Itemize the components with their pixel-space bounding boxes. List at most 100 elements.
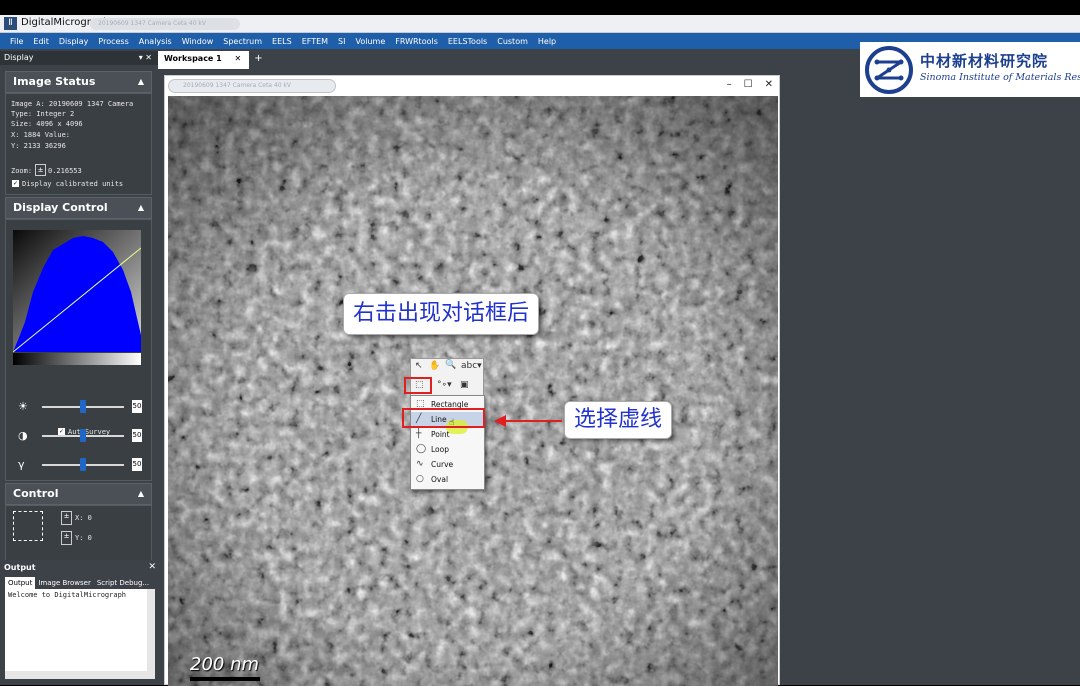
- tab-script-debugger[interactable]: Script Debug...: [94, 577, 152, 589]
- maximize-button[interactable]: ☐: [744, 79, 753, 90]
- sun-icon: ☀: [18, 400, 28, 413]
- menu-si[interactable]: SI: [338, 37, 345, 46]
- collapse-icon[interactable]: ▲: [138, 72, 144, 92]
- hand-tool-icon[interactable]: ✋: [429, 361, 440, 371]
- calibrated-units-label: Display calibrated units: [22, 180, 124, 188]
- image-type: Type: Integer 2: [11, 110, 75, 118]
- menu-analysis[interactable]: Analysis: [139, 37, 172, 46]
- close-button[interactable]: ✕: [765, 79, 773, 90]
- vertical-scrollbar[interactable]: [147, 589, 155, 679]
- menu-eelstools[interactable]: EELSTools: [448, 37, 487, 46]
- histogram[interactable]: [13, 230, 141, 366]
- image-status-body: Image A: 20190609 1347 Camera Type: Inte…: [5, 93, 152, 195]
- output-text: Welcome to DigitalMicrograph: [8, 591, 127, 599]
- slider-knob[interactable]: [80, 429, 86, 442]
- logo-chinese-name: 中材新材料研究院: [920, 52, 1049, 70]
- panel-controls[interactable]: ▾ ✕: [139, 51, 152, 65]
- scale-bar-label: 200 nm: [190, 654, 260, 675]
- callout-right-click: 右击出现对话框后: [343, 293, 540, 335]
- image-window-title: 20190609 1347 Camera Ceta 40 kV: [168, 79, 336, 93]
- workspace-tabs: Workspace 1 ✕ +: [158, 51, 268, 69]
- close-icon[interactable]: ✕: [148, 562, 156, 572]
- zoom-value: 0.216553: [48, 167, 82, 175]
- control-header[interactable]: Control ▲: [5, 483, 152, 505]
- curve-icon: ∿: [416, 459, 424, 469]
- output-text-area[interactable]: Welcome to DigitalMicrograph: [5, 589, 155, 679]
- roi-handles-icon[interactable]: [13, 511, 43, 541]
- output-title: Output: [4, 563, 36, 572]
- logo-english-name: Sinoma Institute of Materials Research: [920, 72, 1080, 83]
- x-label: X:: [75, 514, 84, 522]
- menu-window[interactable]: Window: [182, 37, 214, 46]
- slider-value[interactable]: 50: [132, 458, 142, 471]
- horizontal-scrollbar[interactable]: [5, 671, 147, 679]
- app-icon: Ⅱ: [4, 17, 17, 30]
- title-bar: Ⅱ DigitalMicrograph 20190609 1347 Camera…: [0, 15, 1080, 33]
- tab-workspace-1[interactable]: Workspace 1 ✕: [158, 51, 250, 69]
- control-body: ± X: 0 ± Y: 0: [5, 505, 152, 561]
- calibrated-units-checkbox[interactable]: ✓: [12, 180, 19, 187]
- institute-logo: 中材新材料研究院 Sinoma Institute of Materials R…: [860, 42, 1080, 97]
- gray-ramp: [13, 353, 141, 365]
- menu-item-loop[interactable]: ◯ Loop: [411, 442, 484, 457]
- collapse-icon[interactable]: ▲: [138, 484, 144, 504]
- window-buttons: – ☐ ✕: [715, 79, 773, 90]
- zoom-stepper[interactable]: ±: [35, 164, 46, 176]
- contrast-slider[interactable]: ◑ 50: [10, 428, 150, 444]
- menu-eftem[interactable]: EFTEM: [302, 37, 328, 46]
- menu-custom[interactable]: Custom: [497, 37, 528, 46]
- slider-value[interactable]: 50: [132, 429, 142, 442]
- output-tabs: Output Image Browser Script Debug...: [5, 577, 152, 589]
- y-value: 0: [87, 534, 92, 542]
- gamma-icon: γ: [18, 458, 25, 471]
- cursor-y: Y: 2133 36296: [11, 142, 66, 150]
- x-stepper[interactable]: ±: [61, 511, 72, 525]
- logo-mark-icon: [865, 46, 913, 94]
- scale-bar: [190, 677, 260, 681]
- pointer-tool-icon[interactable]: ↖: [415, 361, 423, 371]
- slider-knob[interactable]: [80, 458, 86, 471]
- slider-value[interactable]: 50: [132, 400, 142, 413]
- point-icon: ┼: [416, 429, 422, 439]
- highlight-line-item: [402, 408, 485, 428]
- image-status-header[interactable]: Image Status ▲: [5, 71, 152, 93]
- contrast-icon: ◑: [18, 429, 28, 442]
- close-icon[interactable]: ✕: [235, 54, 242, 63]
- y-stepper[interactable]: ±: [61, 531, 72, 545]
- menu-edit[interactable]: Edit: [33, 37, 49, 46]
- menu-spectrum[interactable]: Spectrum: [223, 37, 262, 46]
- collapse-icon[interactable]: ▲: [138, 198, 144, 218]
- display-control-header[interactable]: Display Control ▲: [5, 197, 152, 219]
- output-panel: Output ✕ Output Image Browser Script Deb…: [0, 560, 160, 685]
- menu-frwrtools[interactable]: FRWRtools: [395, 37, 438, 46]
- menu-item-curve[interactable]: ∿ Curve: [411, 457, 484, 472]
- minimize-button[interactable]: –: [727, 79, 732, 90]
- panel-title: Display ▾ ✕: [0, 51, 158, 65]
- tab-output[interactable]: Output: [5, 577, 36, 589]
- arrow-icon: [494, 415, 562, 427]
- gamma-slider[interactable]: γ 50: [10, 457, 150, 473]
- add-workspace-button[interactable]: +: [249, 51, 267, 69]
- menu-help[interactable]: Help: [538, 37, 556, 46]
- menu-item-oval[interactable]: ○ Oval: [411, 472, 484, 487]
- menu-process[interactable]: Process: [98, 37, 128, 46]
- document-title: 20190609 1347 Camera Ceta 40 kV: [90, 18, 240, 30]
- y-label: Y:: [75, 534, 84, 542]
- menu-eels[interactable]: EELS: [272, 37, 292, 46]
- brightness-slider[interactable]: ☀ 50: [10, 399, 150, 415]
- menu-display[interactable]: Display: [59, 37, 89, 46]
- cursor-x: X: 1884 Value:: [11, 131, 71, 139]
- zoom-label: Zoom:: [11, 167, 33, 175]
- slider-knob[interactable]: [80, 400, 86, 413]
- menu-volume[interactable]: Volume: [355, 37, 385, 46]
- zoom-tool-icon[interactable]: 🔍: [445, 360, 456, 370]
- image-name: Image A: 20190609 1347 Camera: [11, 100, 134, 108]
- x-value: 0: [87, 514, 92, 522]
- loop-icon: ◯: [416, 444, 427, 454]
- menu-file[interactable]: File: [10, 37, 23, 46]
- point-tool-icon[interactable]: °∘▾: [437, 380, 452, 390]
- oval-icon: ○: [416, 474, 424, 484]
- tab-image-browser[interactable]: Image Browser: [35, 577, 94, 589]
- text-tool-icon[interactable]: abc▾: [461, 361, 482, 371]
- image-tool-icon[interactable]: ▣: [460, 380, 469, 390]
